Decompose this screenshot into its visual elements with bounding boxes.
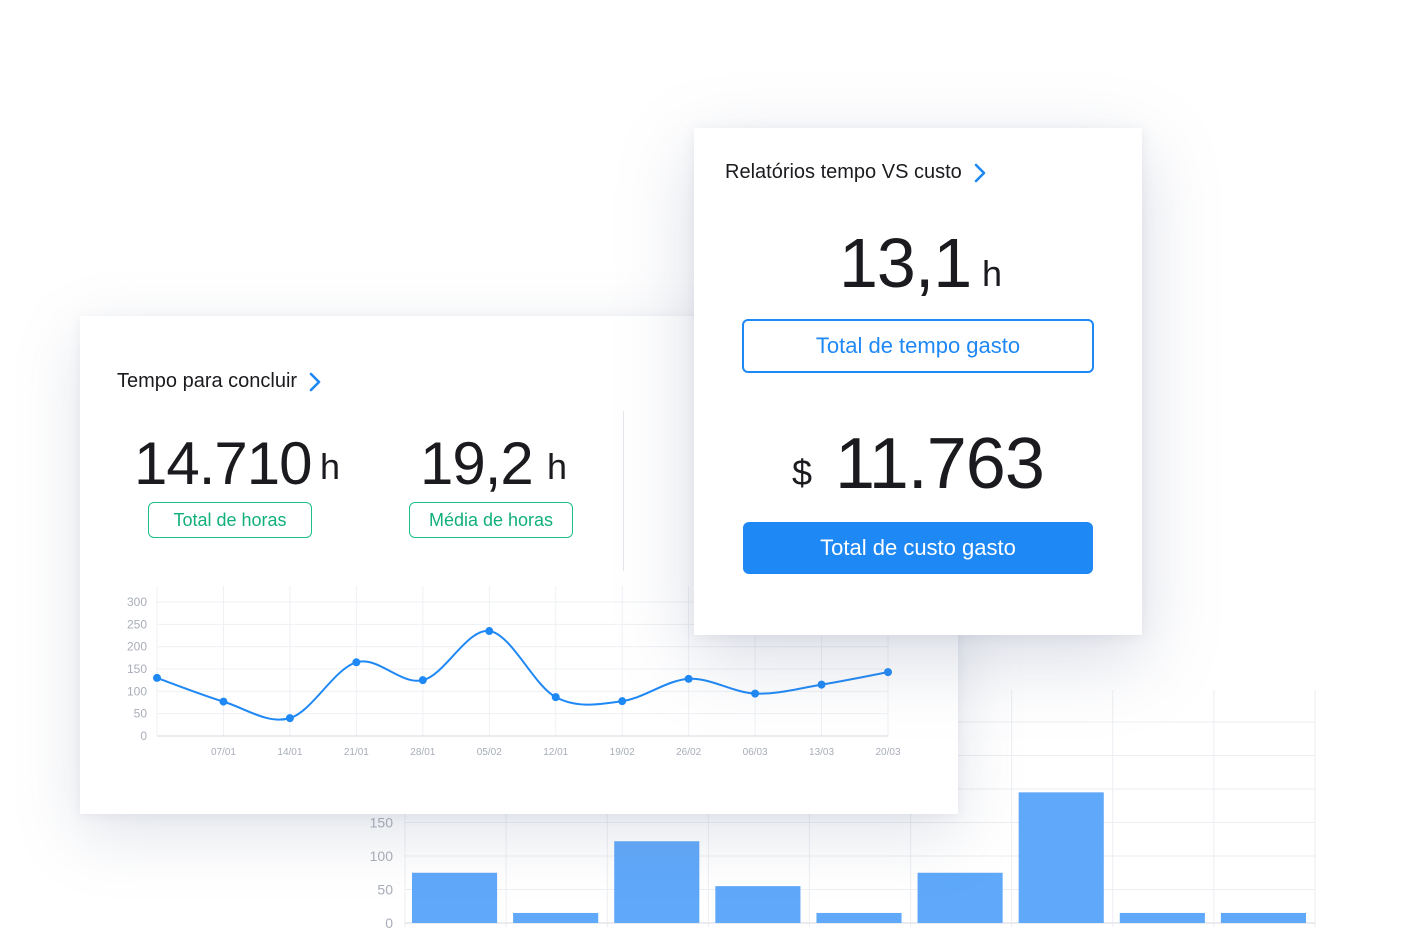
- x-tick-label: 20/03: [875, 747, 900, 758]
- avg-hours-unit: h: [547, 446, 568, 487]
- chevron-right-icon: [974, 163, 986, 182]
- data-point: [285, 714, 294, 723]
- bar: [715, 886, 801, 923]
- data-point: [485, 627, 494, 636]
- avg-hours-value: 19,2: [420, 430, 534, 497]
- y-tick-label: 0: [140, 729, 147, 743]
- x-tick-label: 05/02: [477, 747, 502, 758]
- time-spent-unit: h: [982, 253, 1003, 294]
- data-point: [751, 689, 760, 698]
- avg-hours-badge[interactable]: Média de horas: [409, 502, 573, 538]
- time-spent-value: 13,1: [839, 224, 972, 302]
- x-tick-label: 14/01: [277, 747, 302, 758]
- currency-symbol: $: [792, 452, 813, 493]
- total-hours-badge[interactable]: Total de horas: [148, 502, 312, 538]
- time-card-header[interactable]: Tempo para concluir: [117, 370, 325, 393]
- y-tick-label: 100: [127, 684, 147, 698]
- vertical-divider: [623, 411, 624, 571]
- total-hours-value: 14.710: [134, 430, 313, 497]
- bar: [1220, 912, 1306, 923]
- y-tick-label: 50: [134, 707, 148, 721]
- time-vs-cost-report-card: Relatórios tempo VS custo 13,1 h Total d…: [694, 128, 1142, 635]
- report-card-header[interactable]: Relatórios tempo VS custo: [725, 161, 990, 184]
- y-tick-label: 50: [377, 882, 393, 898]
- bar: [412, 872, 498, 923]
- bar: [513, 912, 599, 923]
- bar: [1018, 792, 1104, 923]
- chevron-right-icon: [309, 372, 321, 391]
- data-point: [551, 693, 560, 702]
- bar: [614, 841, 700, 923]
- y-tick-label: 100: [370, 848, 394, 864]
- x-tick-label: 12/01: [543, 747, 568, 758]
- series-line: [156, 630, 889, 721]
- y-tick-label: 300: [127, 595, 147, 609]
- time-card-title: Tempo para concluir: [117, 370, 298, 392]
- bar: [1119, 912, 1205, 923]
- x-tick-label: 13/03: [809, 747, 834, 758]
- y-tick-label: 0: [385, 915, 393, 930]
- bar: [816, 912, 902, 923]
- y-tick-label: 200: [127, 640, 147, 654]
- x-tick-label: 21/01: [344, 747, 369, 758]
- data-point: [219, 697, 228, 706]
- data-point: [352, 658, 361, 667]
- y-tick-label: 150: [370, 815, 394, 831]
- total-hours-unit: h: [320, 446, 341, 487]
- report-card-title: Relatórios tempo VS custo: [725, 161, 962, 183]
- y-tick-label: 150: [127, 662, 147, 676]
- data-point: [884, 668, 892, 677]
- x-tick-label: 06/03: [743, 747, 768, 758]
- data-point: [153, 673, 161, 682]
- data-point: [618, 697, 627, 706]
- total-time-spent-button[interactable]: Total de tempo gasto: [742, 319, 1094, 373]
- data-point: [817, 680, 826, 689]
- x-tick-label: 26/02: [676, 747, 701, 758]
- cost-spent-value: 11.763: [835, 424, 1045, 504]
- x-tick-label: 28/01: [410, 747, 435, 758]
- data-point: [418, 676, 427, 685]
- bar: [917, 872, 1003, 923]
- data-point: [684, 674, 693, 683]
- x-tick-label: 07/01: [211, 747, 236, 758]
- total-cost-spent-button[interactable]: Total de custo gasto: [743, 522, 1093, 574]
- x-tick-label: 19/02: [610, 747, 635, 758]
- y-tick-label: 250: [127, 617, 147, 631]
